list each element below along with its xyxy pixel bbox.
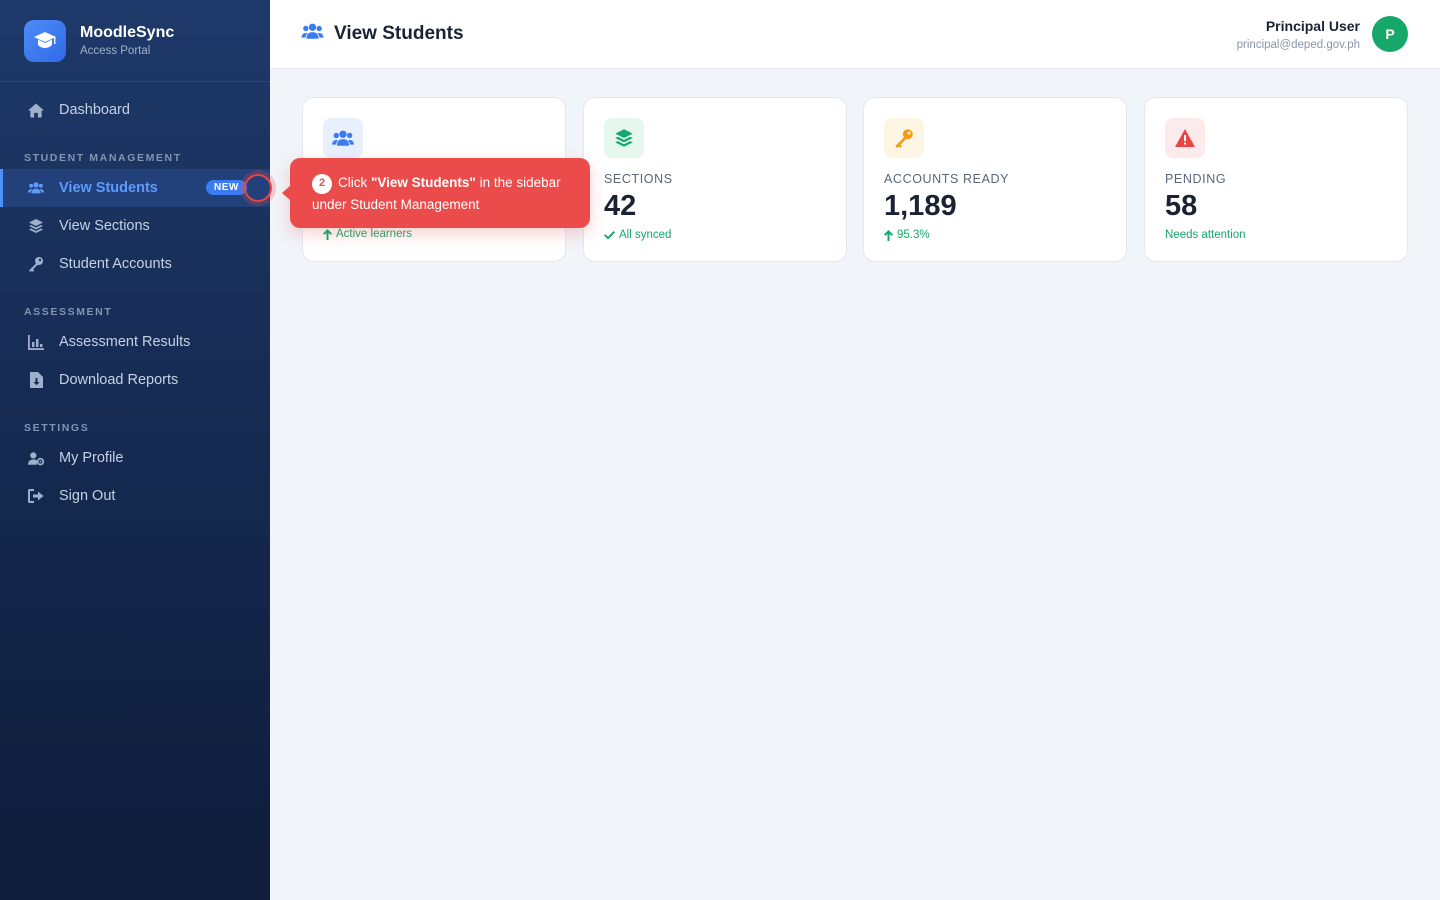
card-sub-text: Active learners: [336, 228, 413, 240]
highlight-indicator: [244, 174, 272, 202]
user-menu[interactable]: Principal User principal@deped.gov.ph P: [1237, 16, 1408, 52]
user-email: principal@deped.gov.ph: [1236, 38, 1360, 51]
sidebar-item-label: Dashboard: [59, 102, 130, 118]
page-title: View Students: [334, 23, 464, 44]
tooltip-highlight: "View Students": [371, 175, 476, 190]
sidebar-item-label: Student Accounts: [59, 256, 172, 272]
bar-chart-icon: [28, 334, 44, 350]
user-cog-icon: [28, 450, 44, 466]
card-trend: Needs attention: [1165, 229, 1387, 241]
guide-tooltip: 2 Click "View Students" in the sidebar un…: [282, 158, 590, 228]
card-trend: 95.3%: [884, 229, 1106, 241]
sidebar-item-student-accounts[interactable]: Student Accounts: [0, 245, 270, 283]
top-header: View Students Principal User principal@d…: [270, 0, 1440, 69]
graduation-cap-icon: [24, 19, 66, 62]
sidebar-item-view-students[interactable]: View Students NEW: [0, 169, 272, 207]
alert-icon: [1165, 118, 1205, 158]
brand: MoodleSync Access Portal: [0, 0, 270, 82]
section-label-assessment: ASSESSMENT: [24, 306, 113, 318]
card-sub-text: Needs attention: [1165, 229, 1246, 241]
sidebar: MoodleSync Access Portal Dashboard STUDE…: [0, 0, 272, 900]
section-label-student-management: STUDENT MANAGEMENT: [24, 152, 182, 164]
new-badge: NEW: [206, 180, 247, 195]
card-value: 1,189: [884, 190, 957, 222]
sidebar-item-label: Assessment Results: [59, 334, 191, 350]
tooltip-prefix: Click: [338, 175, 371, 190]
layers-icon: [28, 218, 44, 234]
card-sub-text: All synced: [619, 229, 672, 241]
file-download-icon: [28, 372, 44, 388]
card-sub-text: 95.3%: [897, 229, 930, 241]
layers-icon: [604, 118, 644, 158]
users-icon: [323, 118, 363, 158]
sidebar-item-label: Sign Out: [59, 488, 116, 504]
users-icon: [28, 180, 44, 196]
sidebar-item-download-reports[interactable]: Download Reports: [0, 361, 270, 399]
sidebar-item-label: View Sections: [59, 218, 150, 234]
avatar[interactable]: P: [1372, 16, 1408, 52]
stat-card-pending: PENDING 58 Needs attention: [1144, 97, 1408, 262]
brand-title: MoodleSync: [80, 24, 175, 41]
section-label-settings: SETTINGS: [24, 422, 90, 434]
arrow-up-icon: [323, 228, 332, 240]
stat-card-accounts-ready: ACCOUNTS READY 1,189 95.3%: [863, 97, 1127, 262]
sidebar-item-label: View Students: [59, 180, 158, 196]
card-label: PENDING: [1165, 172, 1227, 186]
check-icon: [604, 230, 615, 239]
sidebar-item-view-sections[interactable]: View Sections: [0, 207, 270, 245]
brand-subtitle: Access Portal: [80, 45, 151, 57]
card-trend: All synced: [604, 229, 826, 241]
sidebar-item-assessment-results[interactable]: Assessment Results: [0, 323, 270, 361]
card-value: 58: [1165, 190, 1198, 222]
sidebar-item-label: Download Reports: [59, 372, 179, 388]
card-value: 42: [604, 190, 637, 222]
key-icon: [884, 118, 924, 158]
sidebar-item-my-profile[interactable]: My Profile: [0, 439, 270, 477]
sidebar-item-dashboard[interactable]: Dashboard: [0, 91, 270, 129]
step-number: 2: [312, 173, 332, 194]
users-icon: [301, 23, 324, 45]
home-icon: [28, 102, 44, 118]
card-label: ACCOUNTS READY: [884, 172, 1010, 186]
user-name: Principal User: [1265, 17, 1360, 34]
sidebar-item-sign-out[interactable]: Sign Out: [0, 477, 270, 515]
arrow-up-icon: [884, 229, 893, 241]
sidebar-item-label: My Profile: [59, 450, 124, 466]
card-trend: Active learners: [323, 228, 412, 240]
stat-card-sections: SECTIONS 42 All synced: [583, 97, 847, 262]
sign-out-icon: [28, 488, 44, 504]
key-icon: [28, 256, 44, 272]
card-label: SECTIONS: [604, 172, 673, 186]
